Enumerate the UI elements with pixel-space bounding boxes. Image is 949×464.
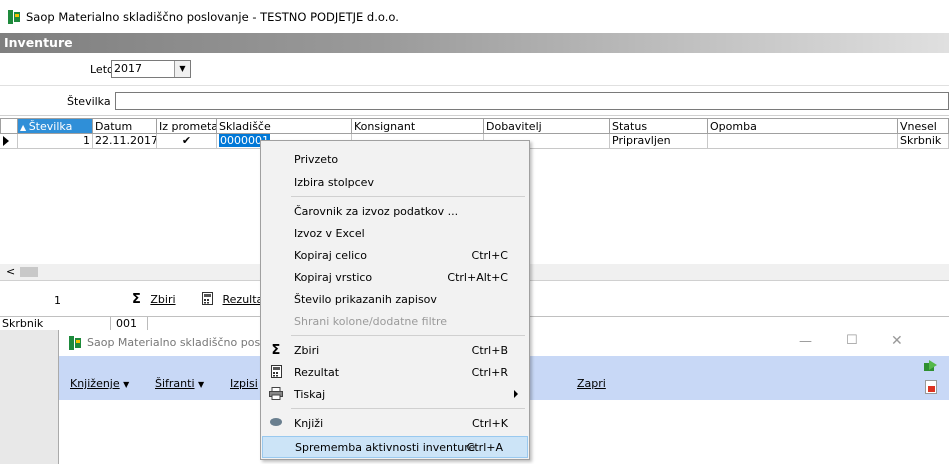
close-icon[interactable]: ✕ (891, 333, 903, 349)
menu-item-kopiraj-celico[interactable]: Kopiraj celico Ctrl+C (262, 245, 528, 267)
leto-combo[interactable]: 2017 ▼ (111, 60, 191, 78)
app-icon (69, 336, 81, 350)
submenu-arrow-icon (514, 390, 518, 398)
chevron-down-icon[interactable]: ▼ (174, 61, 190, 77)
second-window-title: Saop Materialno skladiščno pos (87, 336, 261, 349)
cell-status[interactable]: Pripravljen (610, 134, 708, 149)
cell-iz-prometa-checkbox[interactable]: ✔ (157, 134, 217, 149)
chevron-down-icon: ▼ (198, 380, 205, 389)
sigma-icon: Σ (271, 343, 281, 358)
col-header-datum[interactable]: Datum (93, 118, 157, 134)
menu-item-zbiri[interactable]: Σ Zbiri Ctrl+B (262, 340, 528, 362)
section-header: Inventure (0, 33, 949, 53)
col-header-vnesel[interactable]: Vnesel (898, 118, 949, 134)
col-header-status[interactable]: Status (610, 118, 708, 134)
window-title: Saop Materialno skladiščno poslovanje - … (26, 10, 399, 24)
col-header-konsignant[interactable]: Konsignant (352, 118, 484, 134)
menu-item-knjizi[interactable]: Knjiži Ctrl+K (262, 413, 528, 435)
title-bar: Saop Materialno skladiščno poslovanje - … (0, 0, 949, 33)
col-header-stevilka[interactable]: ▲ Številka (18, 118, 93, 134)
menu-item-rezultat[interactable]: Rezultat Ctrl+R (262, 362, 528, 384)
status-code: 001 (110, 317, 148, 330)
scroll-thumb[interactable] (20, 267, 38, 277)
menu-izpisi[interactable]: Izpisi (230, 377, 258, 390)
stevilka-input[interactable] (115, 92, 949, 110)
menu-separator (291, 335, 525, 336)
col-header-iz-prometa[interactable]: Iz prometa (157, 118, 217, 134)
background-strip (0, 330, 58, 464)
menu-item-shrani-kolone: Shrani kolone/dodatne filtre (294, 315, 448, 328)
menu-sifranti[interactable]: Šifranti ▼ (155, 377, 204, 390)
row-indicator-header (0, 118, 18, 134)
sigma-icon: Σ (132, 292, 141, 307)
divider (0, 85, 949, 86)
menu-item-tiskaj[interactable]: Tiskaj (262, 384, 528, 406)
col-header-dobavitelj[interactable]: Dobavitelj (484, 118, 610, 134)
chevron-down-icon: ▼ (123, 380, 130, 389)
cell-stevilka[interactable]: 1 (18, 134, 93, 149)
calculator-icon (268, 365, 284, 381)
record-count: 1 (54, 294, 61, 307)
zbiri-button[interactable]: Σ Zbiri (132, 292, 176, 307)
zapri-button[interactable]: Zapri (577, 377, 606, 390)
filter-area: Leto 2017 ▼ Številka (0, 53, 949, 116)
col-header-skladisce[interactable]: Skladišče (217, 118, 352, 134)
cell-datum[interactable]: 22.11.2017 (93, 134, 157, 149)
exit-icon[interactable] (923, 360, 937, 372)
cell-vnesel[interactable]: Skrbnik (898, 134, 949, 149)
maximize-icon[interactable]: ☐ (846, 333, 858, 348)
minimize-icon[interactable]: — (799, 334, 812, 349)
menu-item-izbira-stolpcev[interactable]: Izbira stolpcev (262, 172, 528, 194)
menu-separator (291, 196, 525, 197)
menu-item-privzeto[interactable]: Privzeto (262, 149, 528, 171)
context-menu: Privzeto Izbira stolpcev Čarovnik za izv… (260, 140, 530, 460)
app-icon (8, 10, 20, 24)
menu-item-kopiraj-vrstico[interactable]: Kopiraj vrstico Ctrl+Alt+C (262, 267, 528, 289)
menu-item-izvoz-excel[interactable]: Izvoz v Excel (262, 223, 528, 245)
calculator-icon (202, 292, 213, 305)
menu-knjizenje[interactable]: Knjiženje ▼ (70, 377, 129, 390)
printer-icon (268, 387, 284, 403)
menu-item-sprememba-aktivnosti[interactable]: Sprememba aktivnosti inventure Ctrl+A (262, 436, 528, 458)
sort-asc-icon: ▲ (20, 123, 29, 132)
leto-value: 2017 (114, 62, 142, 75)
scroll-left-icon[interactable]: < (6, 265, 15, 278)
status-user: Skrbnik (2, 317, 44, 330)
pdf-icon[interactable] (925, 380, 937, 394)
post-icon (268, 416, 284, 432)
menu-item-stevilo-zapisov[interactable]: Število prikazanih zapisov (262, 289, 528, 311)
cell-opomba[interactable] (708, 134, 898, 149)
menu-item-carovnik-izvoz[interactable]: Čarovnik za izvoz podatkov ... (262, 201, 528, 223)
rezultat-button[interactable]: Rezulta (202, 292, 263, 306)
stevilka-label: Številka (67, 95, 111, 108)
col-header-opomba[interactable]: Opomba (708, 118, 898, 134)
row-pointer-icon (0, 134, 18, 149)
menu-separator (291, 408, 525, 409)
